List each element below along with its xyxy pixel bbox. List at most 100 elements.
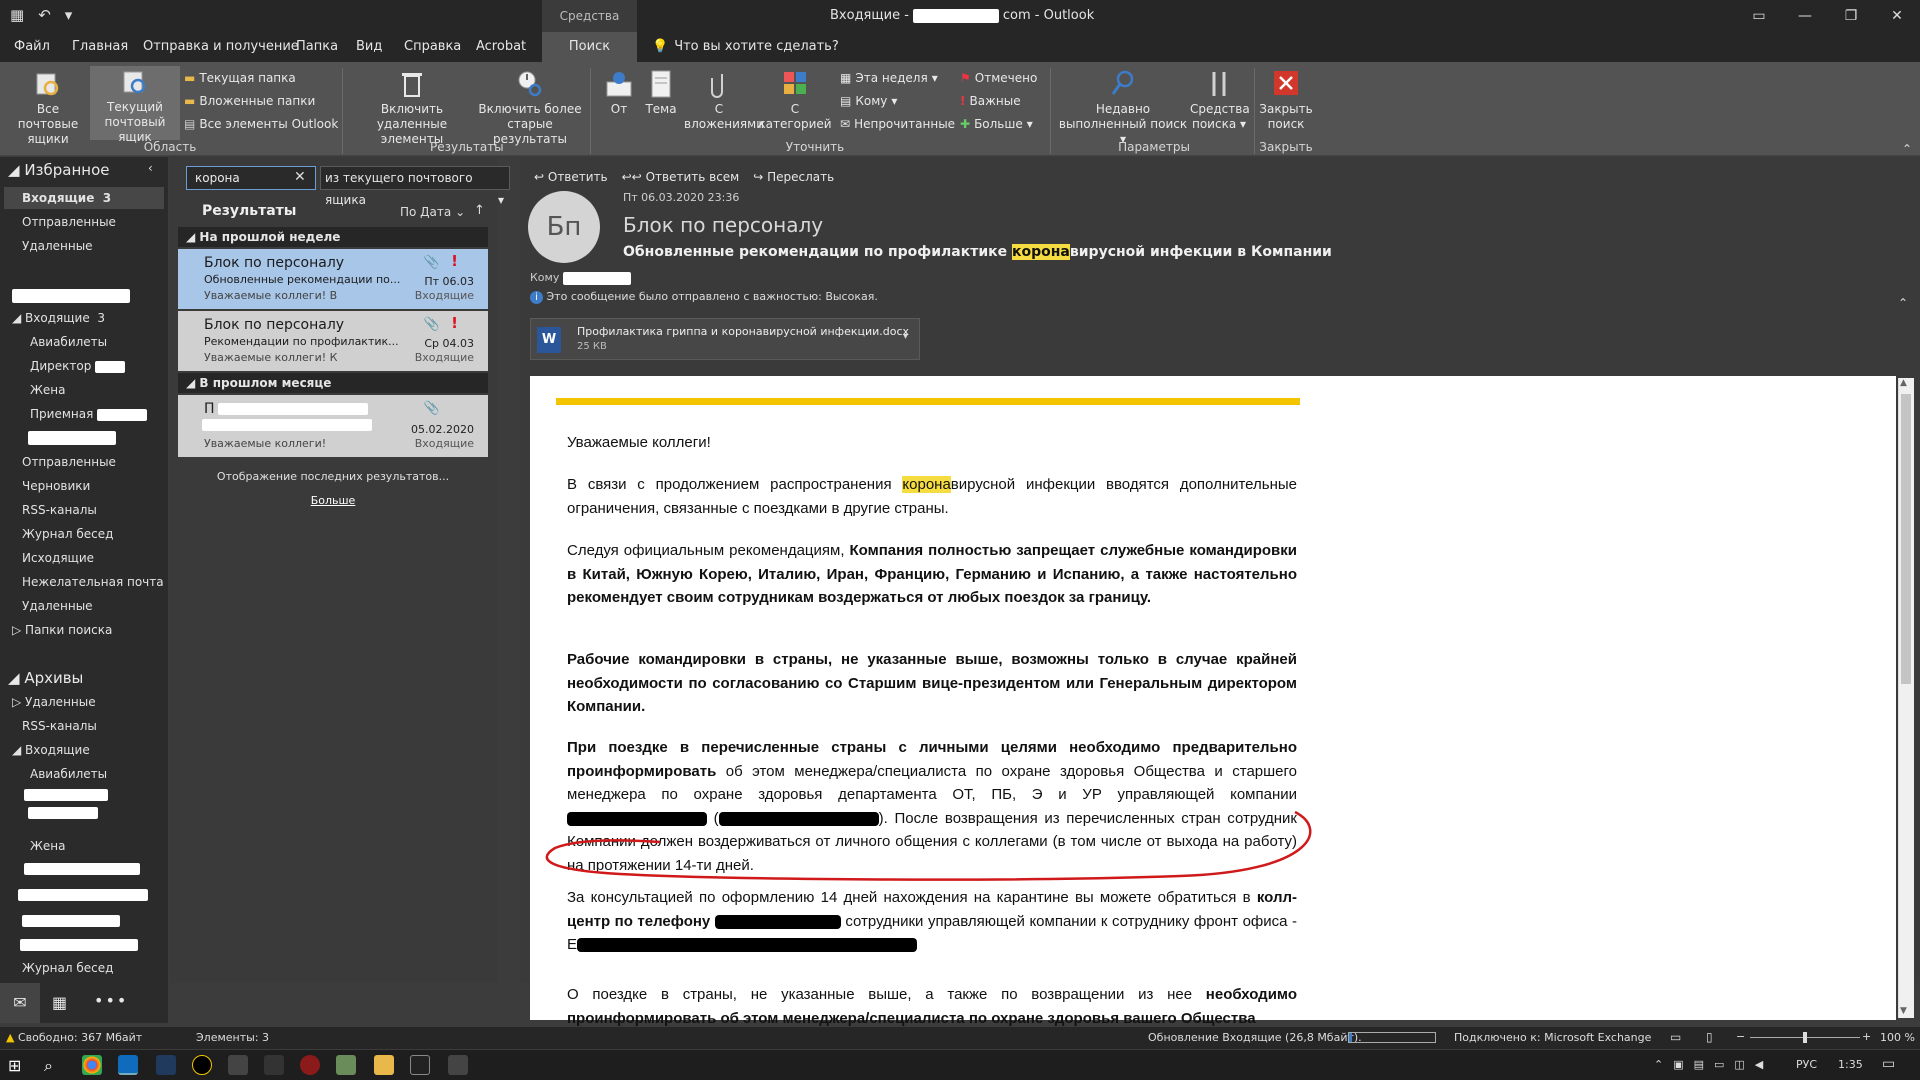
tray-icons[interactable]: ⌃▣▤▭◫◀ — [1654, 1058, 1773, 1071]
current-folder-button[interactable]: ▬ Текущая папка — [184, 68, 296, 88]
folder-director[interactable]: Директор — [30, 359, 126, 373]
important-button[interactable]: ! Важные — [960, 91, 1021, 111]
tell-me-box[interactable]: 💡 Что вы хотите сделать? — [652, 32, 839, 62]
chrome-icon[interactable] — [82, 1055, 102, 1075]
folder-deleted[interactable]: Удаленные — [22, 599, 93, 613]
forward-button[interactable]: ↪ Переслать — [753, 170, 834, 184]
archive-folder-wife[interactable]: Жена — [30, 839, 66, 853]
sort-direction-icon[interactable]: ↑ — [474, 203, 485, 218]
file-explorer-icon[interactable] — [374, 1055, 394, 1075]
app-icon[interactable] — [264, 1055, 284, 1075]
archive-folder-tickets[interactable]: Авиабилеты — [30, 767, 107, 781]
tab-folder[interactable]: Папка — [296, 32, 338, 62]
zoom-out-icon[interactable]: − — [1736, 1030, 1745, 1043]
collapse-ribbon-icon[interactable]: ⌃ — [1902, 142, 1912, 156]
flagged-button[interactable]: ⚑ Отмечено — [960, 68, 1037, 88]
app-icon[interactable] — [300, 1055, 320, 1075]
folder-tickets[interactable]: Авиабилеты — [30, 335, 107, 349]
list-item[interactable]: Блок по персоналу 📎 ! Рекомендации по пр… — [178, 311, 488, 371]
list-item[interactable]: Блок по персоналу 📎 ! Обновленные рекоме… — [178, 249, 488, 309]
app-icon[interactable] — [192, 1055, 212, 1075]
customize-qat-icon[interactable]: ▾ — [65, 6, 73, 24]
fav-inbox[interactable]: Входящие 3 — [22, 191, 111, 205]
app-icon[interactable] — [228, 1055, 248, 1075]
group-last-week[interactable]: ◢ На прошлой неделе — [178, 227, 488, 247]
folder-rss[interactable]: RSS-каналы — [22, 503, 97, 517]
folder-conversation-history[interactable]: Журнал бесед — [22, 527, 113, 541]
reply-all-button[interactable]: ↩↩ Ответить всем — [622, 170, 740, 184]
from-button[interactable]: От — [598, 68, 640, 117]
normal-view-icon[interactable]: ▭ — [1670, 1030, 1681, 1044]
app-icon[interactable] — [156, 1055, 176, 1075]
include-older-button[interactable]: Включить более старые результаты — [478, 68, 582, 147]
folder-drafts[interactable]: Черновики — [22, 479, 90, 493]
folder-wife[interactable]: Жена — [30, 383, 66, 397]
this-week-button[interactable]: ▦ Эта неделя ▾ — [840, 68, 938, 88]
minimize-button[interactable]: — — [1782, 0, 1828, 32]
tab-home[interactable]: Главная — [72, 32, 128, 62]
group-last-month[interactable]: ◢ В прошлом месяце — [178, 373, 488, 393]
maximize-button[interactable]: ❐ — [1828, 0, 1874, 32]
current-mailbox-button[interactable]: Текущий почтовый ящик — [90, 66, 180, 144]
sort-by-date[interactable]: По Дата ⌄ — [400, 205, 465, 219]
ribbon-display-icon[interactable]: ▭ — [1736, 0, 1782, 32]
scroll-up-icon[interactable]: ▲ — [1900, 378, 1907, 388]
more-apps-icon[interactable]: ••• — [94, 991, 128, 1010]
outlook-app-icon[interactable]: ▦ — [10, 6, 24, 24]
archive-conversation-history[interactable]: Журнал бесед — [22, 961, 113, 975]
all-outlook-items-button[interactable]: ▤ Все элементы Outlook — [184, 114, 338, 134]
folder-outbox[interactable]: Исходящие — [22, 551, 94, 565]
list-item[interactable]: П 📎 Уважаемые коллеги! 05.02.2020 Входящ… — [178, 395, 488, 457]
categorized-button[interactable]: С категорией — [754, 68, 836, 132]
more-button[interactable]: ✚ Больше ▾ — [960, 114, 1033, 134]
tab-acrobat[interactable]: Acrobat — [476, 32, 526, 62]
folder-junk[interactable]: Нежелательная почта — [22, 575, 164, 589]
search-icon[interactable]: ⌕ — [44, 1056, 53, 1076]
inbox-folder[interactable]: ◢ Входящие 3 — [12, 311, 105, 325]
include-deleted-button[interactable]: Включить удаленные элементы — [350, 68, 474, 147]
to-button[interactable]: ▤ Кому ▾ — [840, 91, 897, 111]
collapse-header-icon[interactable]: ⌃ — [1898, 296, 1908, 310]
zoom-in-icon[interactable]: + — [1862, 1030, 1871, 1043]
collapse-pane-icon[interactable]: ‹ — [148, 161, 153, 175]
with-attachments-button[interactable]: С вложениями — [684, 68, 764, 132]
close-window-button[interactable]: ✕ — [1874, 0, 1920, 32]
scroll-down-icon[interactable]: ▼ — [1900, 1006, 1907, 1016]
chevron-down-icon[interactable]: ▾ — [903, 331, 908, 342]
app-icon[interactable] — [336, 1055, 356, 1075]
tab-send-receive[interactable]: Отправка и получение — [143, 32, 299, 62]
tab-file[interactable]: Файл — [14, 32, 50, 62]
sender-name[interactable]: Блок по персоналу — [623, 213, 823, 237]
fav-deleted[interactable]: Удаленные — [22, 239, 93, 253]
archive-rss[interactable]: RSS-каналы — [22, 719, 97, 733]
subfolders-button[interactable]: ▬ Вложенные папки — [184, 91, 315, 111]
folder-reception[interactable]: Приемная — [30, 407, 148, 421]
search-tools-button[interactable]: Средства поиска ▾ — [1190, 68, 1250, 132]
tab-search[interactable]: Поиск — [542, 32, 637, 62]
folder-search-folders[interactable]: ▷ Папки поиска — [12, 623, 112, 637]
calculator-icon[interactable] — [448, 1055, 468, 1075]
mail-icon[interactable]: ✉ — [0, 983, 40, 1023]
tab-view[interactable]: Вид — [356, 32, 382, 62]
reply-button[interactable]: ↩ Ответить — [534, 170, 608, 184]
subject-button[interactable]: Тема — [640, 68, 682, 117]
windows-start-icon[interactable]: ⊞ — [8, 1056, 21, 1075]
outlook-taskbar-icon[interactable] — [118, 1055, 138, 1075]
favorites-header[interactable]: ◢ Избранное — [8, 161, 110, 179]
zoom-level[interactable]: 100 % — [1880, 1031, 1915, 1044]
photos-icon[interactable] — [410, 1055, 430, 1075]
undo-icon[interactable]: ↶ — [38, 6, 51, 24]
notifications-icon[interactable]: ▭ — [1882, 1056, 1895, 1072]
reading-view-icon[interactable]: ▯ — [1706, 1030, 1713, 1044]
archive-deleted[interactable]: ▷ Удаленные — [12, 695, 96, 709]
calendar-icon[interactable]: ▦ — [52, 993, 67, 1012]
unread-button[interactable]: ✉ Непрочитанные — [840, 114, 955, 134]
more-results-link[interactable]: Больше — [178, 494, 488, 507]
search-scope-dropdown[interactable]: из текущего почтового ящика ▾ — [320, 166, 510, 207]
scrollbar-thumb[interactable] — [1901, 394, 1911, 684]
fav-sent[interactable]: Отправленные — [22, 215, 116, 229]
archive-inbox[interactable]: ◢ Входящие — [12, 743, 90, 757]
attachment-card[interactable]: W Профилактика гриппа и коронавирусной и… — [530, 318, 920, 360]
folder-sent[interactable]: Отправленные — [22, 455, 116, 469]
archives-header[interactable]: ◢ Архивы — [8, 669, 83, 687]
